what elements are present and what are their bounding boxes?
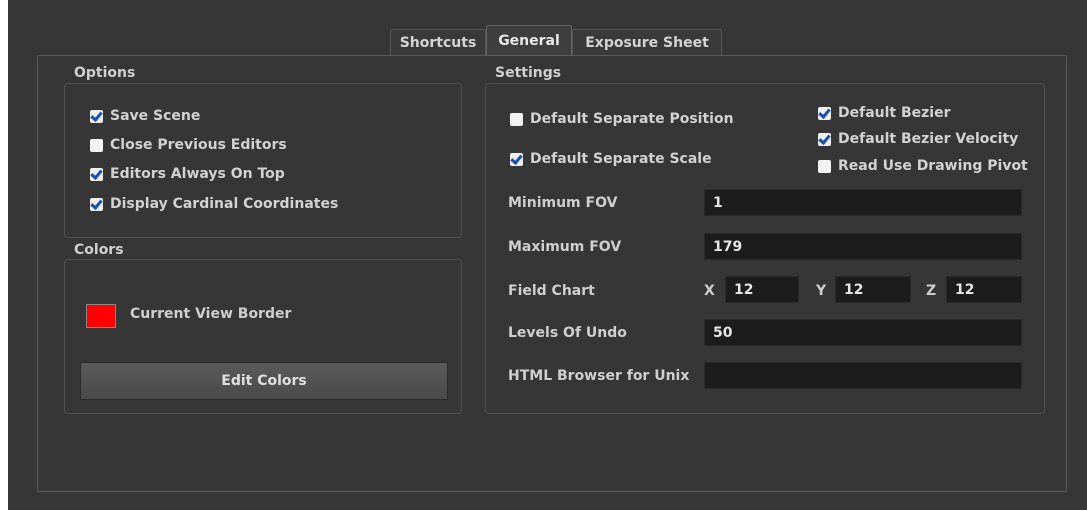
preferences-window: Shortcuts General Exposure Sheet Options… [8,0,1087,510]
levels-of-undo-field[interactable]: 50 [704,319,1022,346]
checkbox-label: Default Separate Position [530,111,734,127]
field-chart-x-label: X [704,283,715,299]
html-browser-label: HTML Browser for Unix [508,368,690,384]
checkbox-box[interactable] [818,132,831,146]
field-chart-y-field[interactable]: 12 [835,276,911,303]
tab-general[interactable]: General [486,25,572,56]
current-view-border-color-swatch[interactable] [86,304,116,328]
checkbox-box[interactable] [510,112,523,126]
colors-group-title: Colors [70,242,194,258]
levels-of-undo-label: Levels Of Undo [508,325,627,341]
edit-colors-button[interactable]: Edit Colors [80,362,448,400]
default-separate-position-checkbox[interactable]: Default Separate Position [510,111,734,127]
save-scene-checkbox[interactable]: Save Scene [90,108,200,124]
checkbox-label: Editors Always On Top [110,166,285,182]
html-browser-field[interactable] [704,362,1022,389]
checkbox-box[interactable] [90,109,103,123]
checkbox-label: Default Bezier [838,105,951,121]
checkbox-label: Default Separate Scale [530,151,712,167]
editors-always-on-top-checkbox[interactable]: Editors Always On Top [90,166,285,182]
field-chart-x-field[interactable]: 12 [725,276,799,303]
default-bezier-velocity-checkbox[interactable]: Default Bezier Velocity [818,131,1018,147]
tab-exposure-sheet[interactable]: Exposure Sheet [572,29,722,55]
read-use-drawing-pivot-checkbox[interactable]: Read Use Drawing Pivot [818,158,1028,174]
minimum-fov-field[interactable]: 1 [704,189,1022,216]
current-view-border-label: Current View Border [130,306,292,322]
field-chart-label: Field Chart [508,283,595,299]
checkbox-label: Save Scene [110,108,201,124]
default-bezier-checkbox[interactable]: Default Bezier [818,105,951,121]
checkbox-label: Display Cardinal Coordinates [110,196,339,212]
checkbox-box[interactable] [510,152,523,166]
maximum-fov-field[interactable]: 179 [704,233,1022,260]
minimum-fov-label: Minimum FOV [508,195,618,211]
checkbox-label: Read Use Drawing Pivot [838,158,1028,174]
field-chart-z-label: Z [926,283,937,299]
maximum-fov-label: Maximum FOV [508,239,622,255]
checkbox-box[interactable] [818,159,831,173]
checkbox-box[interactable] [90,167,103,181]
field-chart-z-field[interactable]: 12 [946,276,1022,303]
settings-group-title: Settings [491,65,582,81]
close-previous-editors-checkbox[interactable]: Close Previous Editors [90,137,287,153]
checkbox-box[interactable] [90,138,103,152]
checkbox-label: Default Bezier Velocity [838,131,1019,147]
tab-shortcuts[interactable]: Shortcuts [390,29,486,55]
checkbox-label: Close Previous Editors [110,137,287,153]
checkbox-box[interactable] [818,106,831,120]
options-group-title: Options [70,65,206,81]
field-chart-y-label: Y [816,283,827,299]
default-separate-scale-checkbox[interactable]: Default Separate Scale [510,151,712,167]
display-cardinal-coordinates-checkbox[interactable]: Display Cardinal Coordinates [90,196,338,212]
checkbox-box[interactable] [90,197,103,211]
options-group [64,83,462,238]
